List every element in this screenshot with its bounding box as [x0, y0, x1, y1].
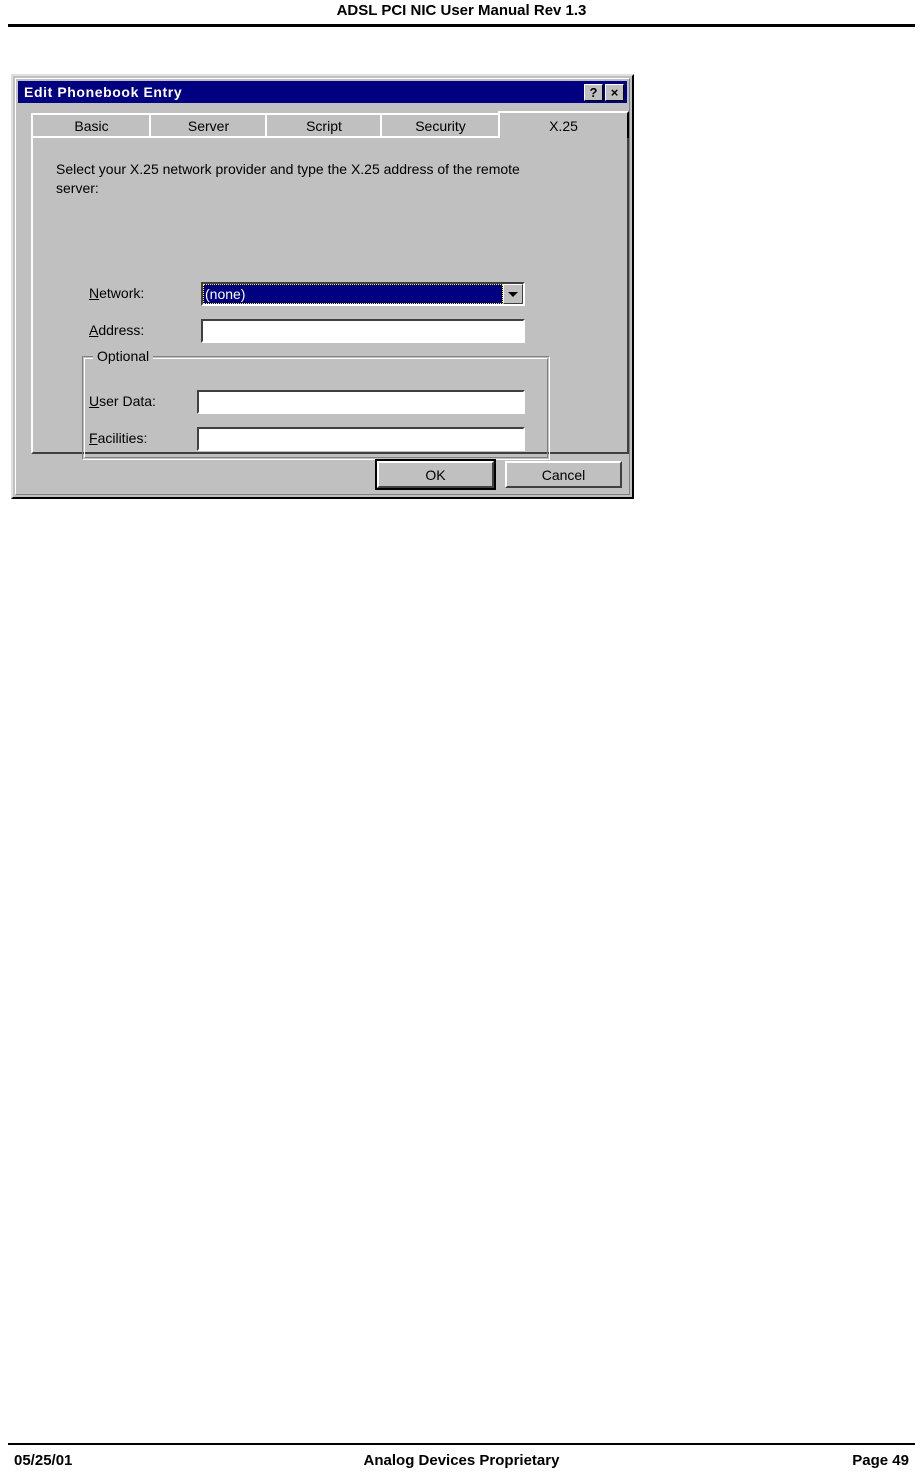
user-data-label-accesskey: U — [89, 393, 100, 409]
chevron-down-glyph — [508, 291, 518, 297]
ok-button[interactable]: OK — [375, 459, 496, 490]
title-bar-buttons: ? × — [584, 83, 627, 101]
facilities-label-rest: acilities: — [97, 430, 148, 446]
facilities-label-accesskey: F — [89, 430, 98, 446]
page-header-title: ADSL PCI NIC User Manual Rev 1.3 — [336, 2, 587, 19]
dialog-title: Edit Phonebook Entry — [24, 84, 183, 100]
facilities-input[interactable] — [197, 427, 525, 451]
network-label-rest: etwork: — [99, 285, 145, 301]
network-combobox[interactable]: (none) — [201, 282, 525, 306]
help-icon[interactable]: ? — [584, 83, 603, 101]
tab-x25[interactable]: X.25 — [498, 111, 629, 138]
user-data-label-rest: ser Data: — [99, 393, 156, 409]
tab-script[interactable]: Script — [265, 113, 383, 137]
close-icon[interactable]: × — [605, 83, 624, 101]
address-input[interactable] — [201, 319, 525, 343]
edit-phonebook-entry-dialog: Edit Phonebook Entry ? × Basic Server Sc… — [11, 74, 634, 499]
dialog-title-bar[interactable]: Edit Phonebook Entry ? × — [18, 81, 627, 103]
address-label-rest: ddress: — [98, 322, 145, 338]
optional-group-label: Optional — [93, 348, 154, 364]
tab-basic[interactable]: Basic — [31, 113, 152, 137]
chevron-down-icon[interactable] — [503, 284, 523, 304]
network-combobox-value[interactable]: (none) — [203, 284, 503, 304]
tab-server[interactable]: Server — [149, 113, 268, 137]
header-divider — [8, 24, 915, 27]
user-data-input[interactable] — [197, 390, 525, 414]
instruction-text: Select your X.25 network provider and ty… — [56, 161, 520, 196]
footer-divider — [8, 1443, 915, 1445]
address-label-accesskey: A — [89, 322, 99, 338]
facilities-label: Facilities: — [89, 430, 147, 446]
network-label-accesskey: N — [89, 285, 100, 301]
x25-tab-panel: Select your X.25 network provider and ty… — [31, 136, 629, 460]
network-label: Network: — [89, 285, 144, 301]
user-data-label: User Data: — [89, 393, 156, 409]
footer-page-number: Page 49 — [852, 1452, 909, 1469]
address-label: Address: — [89, 322, 144, 338]
tab-security[interactable]: Security — [380, 113, 501, 137]
cancel-button[interactable]: Cancel — [505, 461, 622, 488]
footer-company: Analog Devices Proprietary — [363, 1452, 560, 1469]
tab-strip: Basic Server Script Security X.25 — [31, 111, 629, 138]
